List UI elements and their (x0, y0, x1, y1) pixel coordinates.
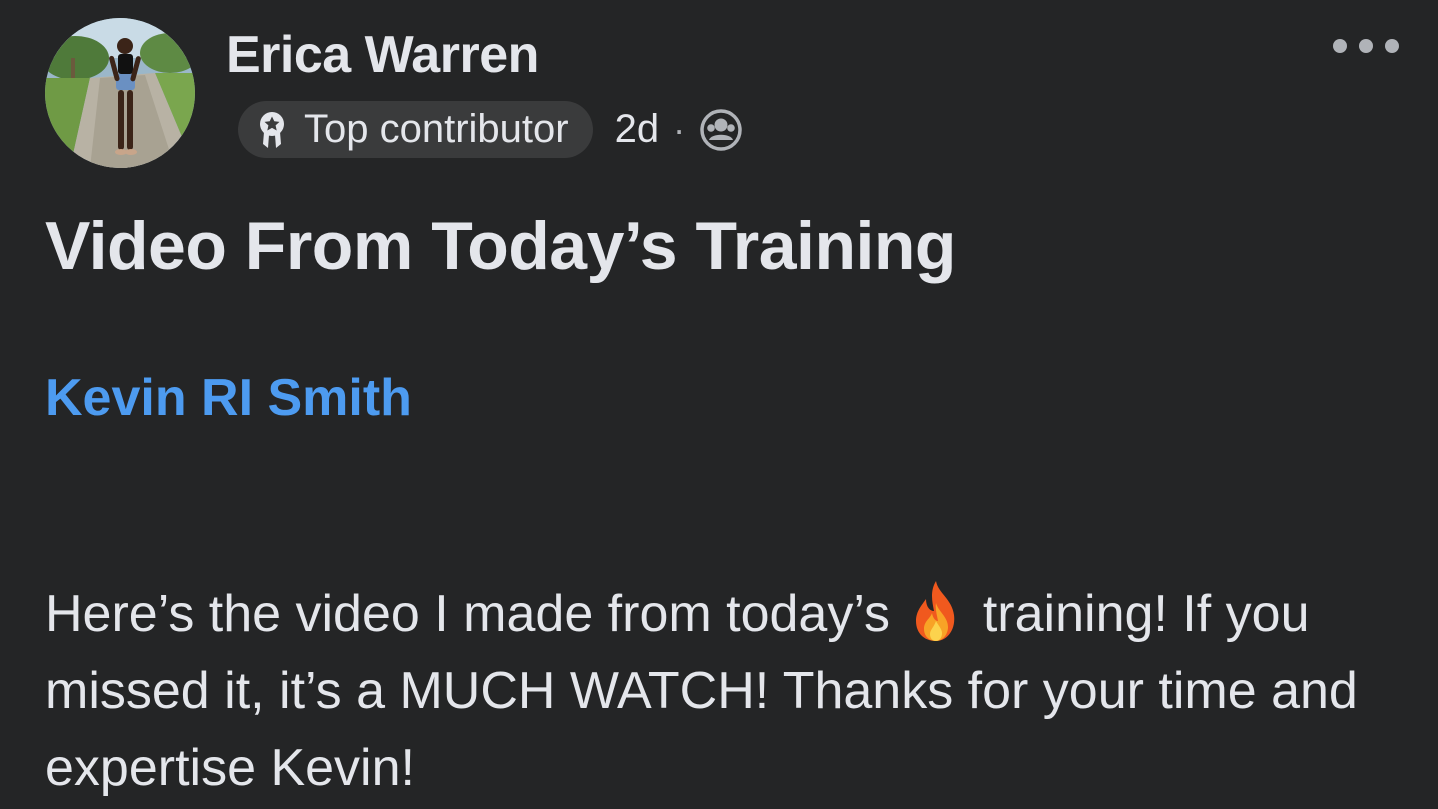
post-timestamp[interactable]: 2d (615, 107, 660, 152)
author-name[interactable]: Erica Warren (226, 26, 539, 84)
top-contributor-badge[interactable]: Top contributor (238, 101, 593, 158)
group-members-icon[interactable] (699, 108, 743, 152)
meta-separator: · (673, 108, 686, 150)
post-body: Here’s the video I made from today’s tra… (45, 576, 1415, 807)
fire-emoji-icon (908, 579, 964, 643)
post-meta: Top contributor 2d · (238, 101, 743, 158)
post-card: Erica Warren Top contributor 2d · Video … (0, 0, 1438, 809)
author-avatar[interactable] (45, 18, 195, 168)
badge-label: Top contributor (304, 107, 569, 151)
more-options-button[interactable] (1326, 28, 1406, 64)
avatar-photo (45, 18, 195, 168)
post-body-start: Here’s the video I made from today’s (45, 585, 890, 643)
more-dots-icon (1333, 39, 1399, 53)
award-ribbon-icon (256, 110, 288, 150)
mention-link[interactable]: Kevin RI Smith (45, 366, 412, 430)
post-title: Video From Today’s Training (45, 208, 956, 284)
